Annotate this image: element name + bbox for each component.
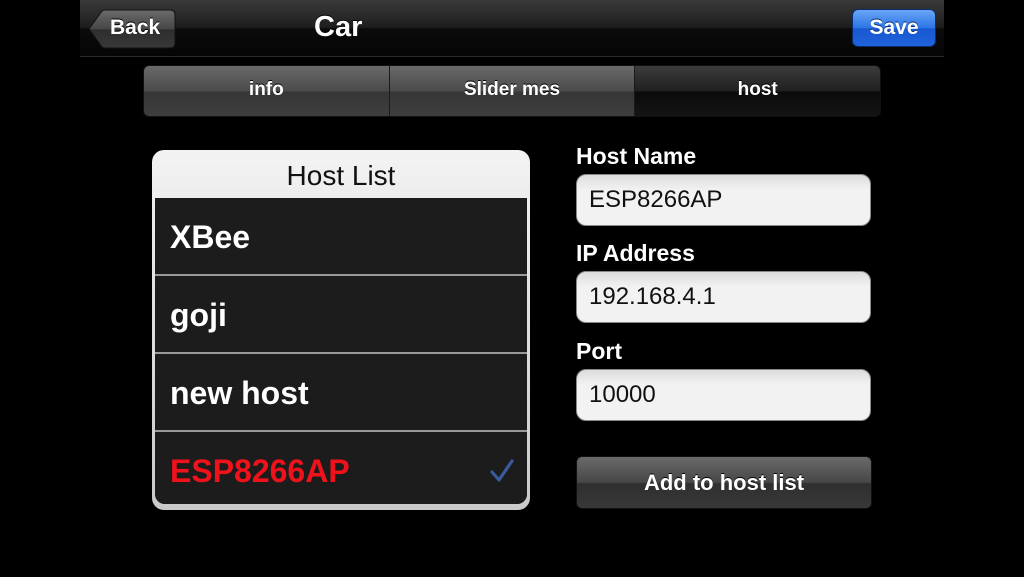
- host-list-item-label: XBee: [170, 219, 251, 255]
- host-list-item-label: ESP8266AP: [170, 453, 350, 489]
- host-list-item[interactable]: goji: [155, 276, 527, 354]
- host-list-item-label: new host: [170, 375, 309, 411]
- host-list-rows: XBee goji new host ESP8266AP: [155, 198, 527, 504]
- tab-info[interactable]: info: [144, 66, 390, 116]
- host-list-title: Host List: [286, 160, 396, 191]
- save-button[interactable]: Save: [852, 9, 936, 47]
- back-button-label: Back: [110, 16, 161, 39]
- page-title: Car: [314, 11, 363, 43]
- host-list-item-selected[interactable]: ESP8266AP: [155, 432, 527, 504]
- host-list-item[interactable]: new host: [155, 354, 527, 432]
- screen: Back Car Save info Slider mes host Host …: [0, 0, 1024, 577]
- host-list-item-label: goji: [170, 297, 227, 333]
- port-label: Port: [576, 338, 622, 364]
- tab-bar: info Slider mes host: [143, 65, 881, 117]
- host-list-item[interactable]: XBee: [155, 198, 527, 276]
- add-to-host-list-button[interactable]: Add to host list: [576, 456, 872, 509]
- back-button[interactable]: Back: [88, 9, 176, 49]
- navigation-bar: Back Car Save: [80, 0, 944, 57]
- port-field[interactable]: 10000: [576, 369, 871, 421]
- ip-address-field[interactable]: 192.168.4.1: [576, 271, 871, 323]
- ip-address-label: IP Address: [576, 240, 695, 266]
- tab-slider-mes[interactable]: Slider mes: [389, 66, 636, 116]
- host-name-label: Host Name: [576, 143, 697, 169]
- host-list: Host List XBee goji new host ESP8266AP: [152, 150, 530, 510]
- host-name-field[interactable]: ESP8266AP: [576, 174, 871, 226]
- tab-host[interactable]: host: [635, 66, 880, 116]
- checkmark-icon: [490, 459, 514, 482]
